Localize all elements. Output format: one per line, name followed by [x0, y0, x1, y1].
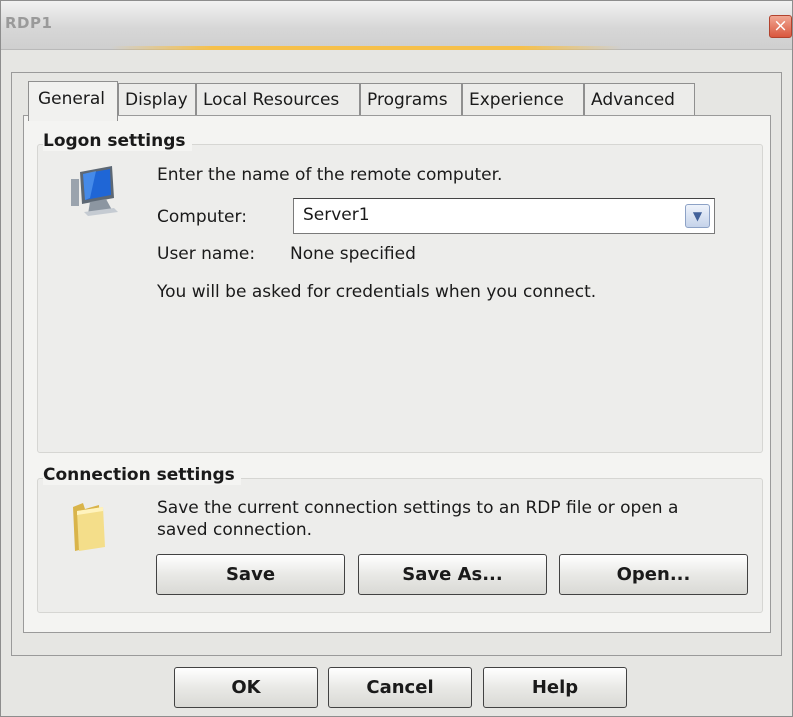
title-accent-bar [111, 46, 622, 50]
tab-experience[interactable]: Experience [462, 83, 584, 115]
connection-description-line1: Save the current connection settings to … [157, 498, 679, 518]
cancel-button[interactable]: Cancel [328, 667, 472, 708]
computer-label: Computer: [157, 207, 247, 227]
close-button[interactable]: × [769, 15, 792, 38]
cancel-button-label: Cancel [366, 677, 434, 698]
help-button[interactable]: Help [483, 667, 627, 708]
username-label: User name: [157, 244, 256, 264]
tab-display[interactable]: Display [118, 83, 196, 115]
computer-monitor-icon [71, 166, 118, 216]
tab-local-resources[interactable]: Local Resources [196, 83, 360, 115]
save-button[interactable]: Save [156, 554, 345, 595]
help-button-label: Help [531, 677, 579, 698]
username-value: None specified [290, 244, 416, 264]
tab-programs-label: Programs [367, 90, 448, 110]
computer-value: Server1 [303, 205, 370, 225]
computer-combobox[interactable]: Server1 ▼ [293, 198, 715, 234]
credentials-note: You will be asked for credentials when y… [157, 282, 597, 302]
title-bar[interactable]: RDP1 × [1, 1, 792, 50]
connection-settings-title: Connection settings [43, 465, 241, 485]
tab-general[interactable]: General [28, 81, 118, 121]
tab-display-label: Display [125, 90, 188, 110]
tab-general-label: General [38, 89, 105, 109]
tab-programs[interactable]: Programs [360, 83, 462, 115]
rdp-dialog-window: RDP1 × General Display Local Resources P… [0, 0, 793, 717]
folder-icon [73, 503, 105, 551]
tab-advanced-label: Advanced [591, 90, 675, 110]
tab-advanced[interactable]: Advanced [584, 83, 695, 115]
logon-settings-title: Logon settings [43, 131, 192, 151]
save-button-label: Save [225, 564, 276, 585]
tab-experience-label: Experience [469, 90, 564, 110]
open-button-label: Open... [616, 564, 691, 585]
ok-button[interactable]: OK [174, 667, 318, 708]
tab-local-resources-label: Local Resources [203, 90, 340, 110]
connection-description-line2: saved connection. [157, 520, 313, 540]
open-button[interactable]: Open... [559, 554, 748, 595]
save-as-button[interactable]: Save As... [358, 554, 547, 595]
window-title: RDP1 [5, 14, 53, 32]
save-as-button-label: Save As... [402, 564, 503, 585]
logon-instruction: Enter the name of the remote computer. [157, 165, 503, 185]
ok-button-label: OK [231, 677, 261, 698]
chevron-down-icon[interactable]: ▼ [685, 204, 710, 228]
